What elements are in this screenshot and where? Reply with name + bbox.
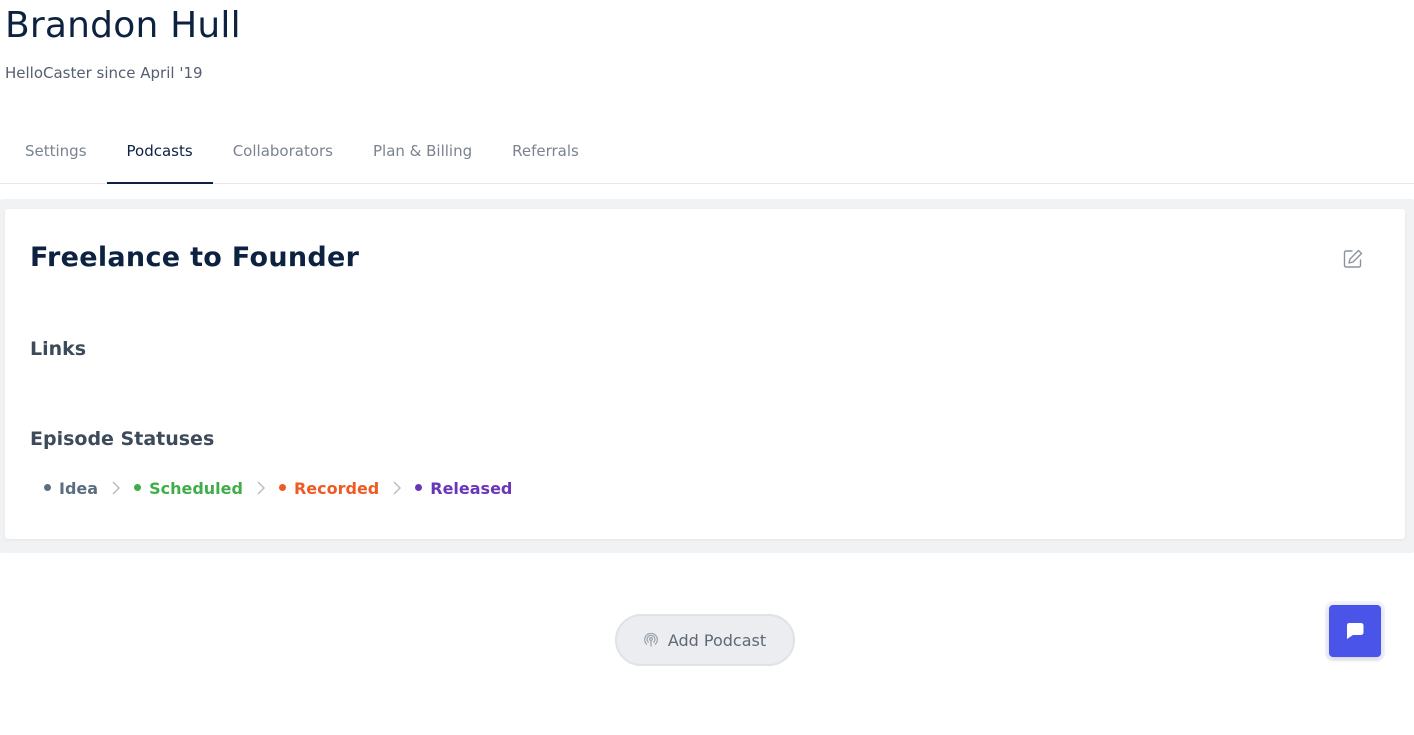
podcast-icon — [644, 633, 658, 647]
user-name: Brandon Hull — [5, 5, 241, 46]
tab-podcasts[interactable]: Podcasts — [106, 132, 213, 184]
add-podcast-button[interactable]: Add Podcast — [615, 614, 795, 666]
tab-collaborators[interactable]: Collaborators — [213, 132, 353, 183]
episode-status-flow: Idea Scheduled Recorded Released — [44, 477, 512, 499]
chevron-right-icon — [257, 481, 265, 495]
chat-icon — [1346, 623, 1364, 639]
tab-referrals[interactable]: Referrals — [492, 132, 599, 183]
tab-settings[interactable]: Settings — [5, 132, 107, 183]
chevron-right-icon — [393, 481, 402, 495]
chat-button[interactable] — [1329, 605, 1381, 657]
status-label: Idea — [59, 478, 99, 498]
status-label: Scheduled — [149, 478, 243, 498]
links-section-title: Links — [30, 338, 87, 360]
chevron-right-icon — [112, 481, 121, 495]
status-released: Released — [415, 479, 512, 498]
status-dot — [134, 483, 142, 491]
podcast-title: Freelance to Founder — [30, 242, 360, 273]
tab-plan-billing[interactable]: Plan & Billing — [353, 132, 492, 183]
status-dot — [44, 483, 51, 491]
status-recorded: Recorded — [278, 478, 380, 498]
member-since-text: HelloCaster since April '19 — [5, 64, 203, 82]
episode-statuses-title: Episode Statuses — [30, 428, 215, 450]
profile-page: Brandon Hull HelloCaster since April '19… — [0, 0, 1414, 735]
status-dot — [415, 483, 423, 491]
status-label: Recorded — [293, 478, 380, 498]
podcast-card: Freelance to Founder Links Episode Statu… — [5, 209, 1405, 539]
status-scheduled: Scheduled — [134, 479, 243, 498]
status-label: Released — [430, 478, 513, 498]
edit-icon — [1343, 249, 1363, 268]
edit-podcast-button[interactable] — [1341, 247, 1365, 271]
profile-tabs: Settings Podcasts Collaborators Plan & B… — [0, 132, 1414, 184]
status-dot — [278, 483, 286, 491]
add-podcast-label: Add Podcast — [667, 630, 767, 650]
status-idea: Idea — [44, 479, 98, 498]
